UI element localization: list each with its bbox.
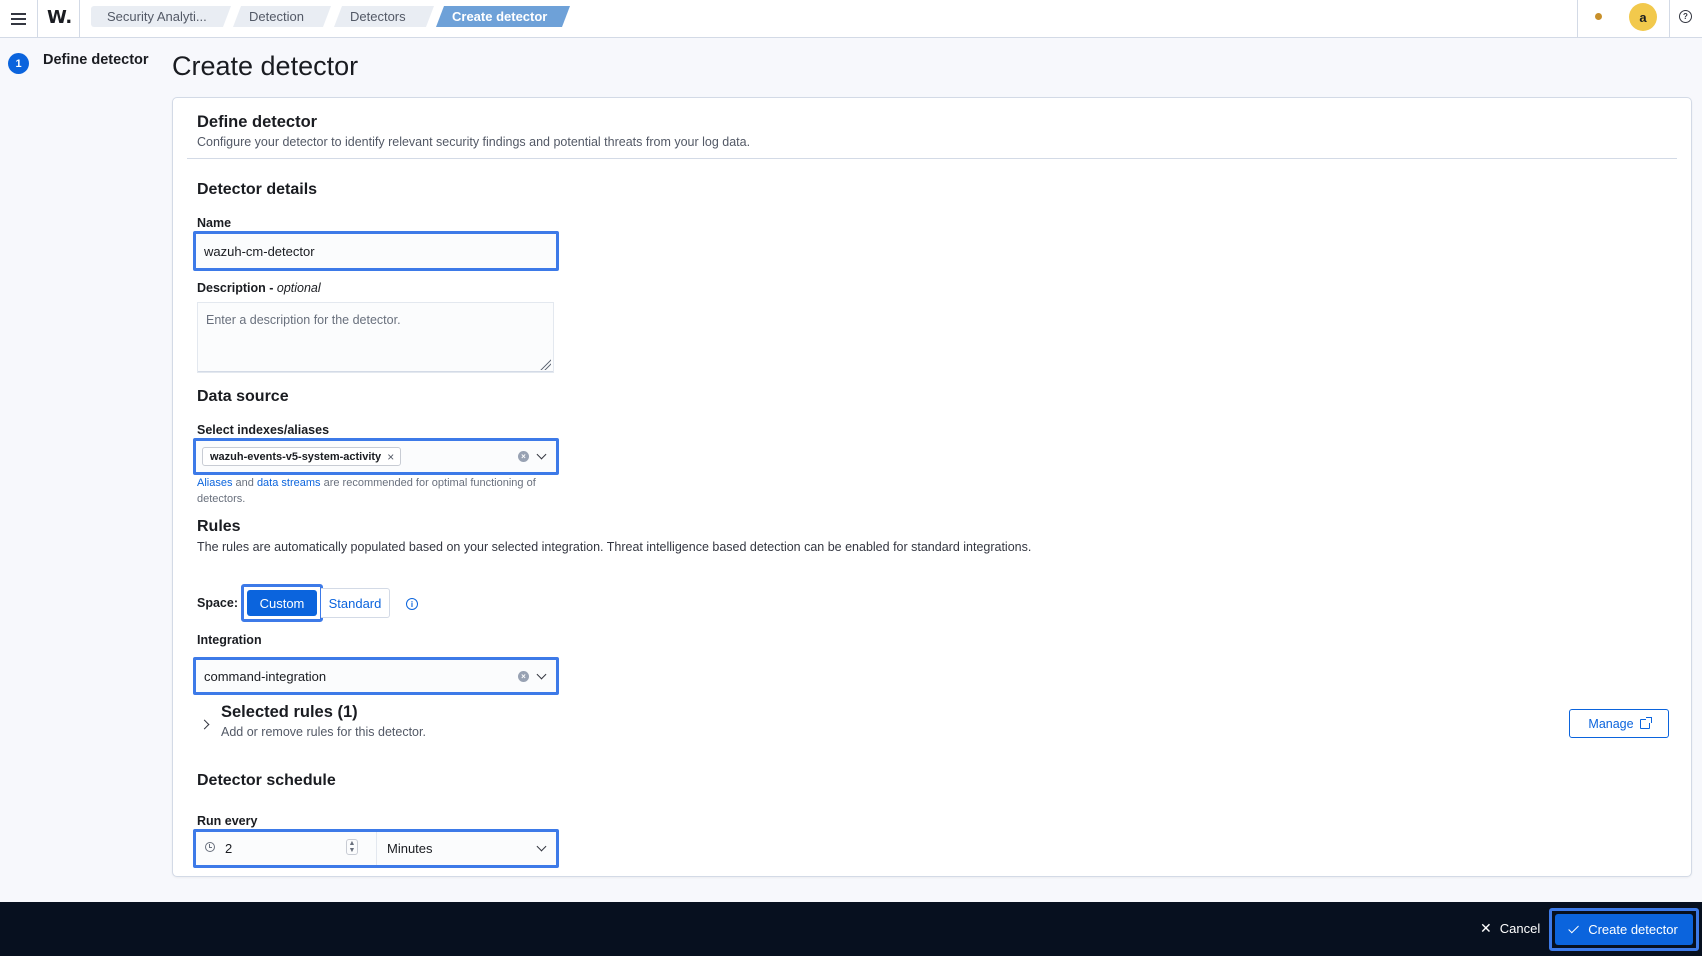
step-define-detector[interactable]: Define detector xyxy=(43,52,149,68)
space-label: Space: xyxy=(197,596,238,610)
top-header: W. Security Analyti... Detection Detecto… xyxy=(0,0,1702,38)
breadcrumb-create-detector: Create detector xyxy=(436,6,570,27)
section-divider xyxy=(187,158,1677,159)
description-placeholder: Enter a description for the detector. xyxy=(206,313,401,327)
create-detector-highlight: Create detector xyxy=(1549,908,1699,951)
rules-title: Rules xyxy=(197,518,241,535)
integration-label: Integration xyxy=(197,633,262,647)
index-tag: wazuh-events-v5-system-activity × xyxy=(202,447,402,466)
name-input-value: wazuh-cm-detector xyxy=(204,243,315,259)
chevron-down-icon[interactable] xyxy=(536,669,547,680)
resize-handle[interactable] xyxy=(539,358,551,370)
menu-icon[interactable] xyxy=(6,7,30,31)
index-tag-label: wazuh-events-v5-system-activity xyxy=(210,450,382,463)
indexes-label: Select indexes/aliases xyxy=(197,423,330,437)
header-divider xyxy=(1577,0,1578,38)
data-source-title: Data source xyxy=(197,388,289,405)
chevron-down-icon[interactable] xyxy=(536,841,547,852)
bottom-action-bar xyxy=(0,902,1702,956)
schedule-separator xyxy=(376,832,377,865)
integration-combobox[interactable]: command-integration × xyxy=(193,657,559,695)
help-icon[interactable]: ? xyxy=(1679,10,1692,23)
detector-details-title: Detector details xyxy=(197,181,318,198)
integration-value: command-integration xyxy=(204,668,327,684)
close-icon: ✕ xyxy=(1480,920,1492,936)
page-title: Create detector xyxy=(172,51,359,81)
unit-select[interactable]: Minutes xyxy=(387,841,433,856)
notification-dot[interactable] xyxy=(1595,13,1602,20)
run-every-control: 2 ▲ ▼ Minutes xyxy=(193,829,559,868)
create-detector-button[interactable]: Create detector xyxy=(1555,914,1693,945)
create-detector-label: Create detector xyxy=(1588,922,1678,937)
indexes-help-text: Aliases and data streams are recommended… xyxy=(197,477,536,505)
interval-input[interactable]: 2 xyxy=(225,841,232,856)
clear-icon[interactable]: × xyxy=(518,671,529,682)
breadcrumb-detectors[interactable]: Detectors xyxy=(334,6,434,27)
external-link-icon xyxy=(1639,716,1652,729)
close-icon[interactable]: × xyxy=(387,450,394,464)
space-custom-highlight: Custom xyxy=(241,584,323,622)
breadcrumb-security-analytics[interactable]: Security Analyti... xyxy=(91,6,231,27)
clear-icon[interactable]: × xyxy=(518,451,529,462)
define-detector-description: Configure your detector to identify rele… xyxy=(197,135,751,149)
detector-schedule-title: Detector schedule xyxy=(197,772,336,789)
manage-button[interactable]: Manage xyxy=(1569,709,1669,738)
header-divider xyxy=(1669,0,1670,38)
check-icon xyxy=(1568,922,1580,934)
description-textarea[interactable]: Enter a description for the detector. xyxy=(197,302,554,373)
manage-label: Manage xyxy=(1588,716,1634,731)
rules-description: The rules are automatically populated ba… xyxy=(197,540,1032,554)
cancel-label: Cancel xyxy=(1499,921,1541,936)
define-detector-panel: Define detector Configure your detector … xyxy=(172,97,1692,877)
space-standard-button[interactable]: Standard xyxy=(321,588,390,618)
aliases-link[interactable]: Aliases xyxy=(197,477,232,489)
cancel-button[interactable]: ✕ Cancel xyxy=(1480,920,1540,937)
selected-rules-title[interactable]: Selected rules (1) xyxy=(221,703,358,722)
stepper-icon[interactable]: ▲ ▼ xyxy=(346,839,358,855)
run-every-label: Run every xyxy=(197,814,258,828)
indexes-combobox[interactable]: wazuh-events-v5-system-activity × × xyxy=(193,438,559,475)
clock-icon xyxy=(205,842,215,852)
header-divider xyxy=(79,0,80,38)
chevron-right-icon[interactable] xyxy=(199,719,210,730)
header-divider xyxy=(37,0,38,38)
breadcrumb-detection[interactable]: Detection xyxy=(233,6,331,27)
name-label: Name xyxy=(197,216,232,230)
chevron-down-icon[interactable] xyxy=(536,449,547,460)
step-number-badge: 1 xyxy=(8,53,29,74)
description-label: Description - optional xyxy=(197,281,321,295)
info-icon[interactable]: i xyxy=(406,598,418,610)
define-detector-title: Define detector xyxy=(197,113,318,131)
selected-rules-description: Add or remove rules for this detector. xyxy=(221,725,426,739)
space-custom-button[interactable]: Custom xyxy=(247,590,317,616)
name-input[interactable]: wazuh-cm-detector xyxy=(193,231,559,271)
data-streams-link[interactable]: data streams xyxy=(257,477,321,489)
app-logo[interactable]: W. xyxy=(47,7,72,28)
avatar[interactable]: a xyxy=(1629,3,1657,31)
